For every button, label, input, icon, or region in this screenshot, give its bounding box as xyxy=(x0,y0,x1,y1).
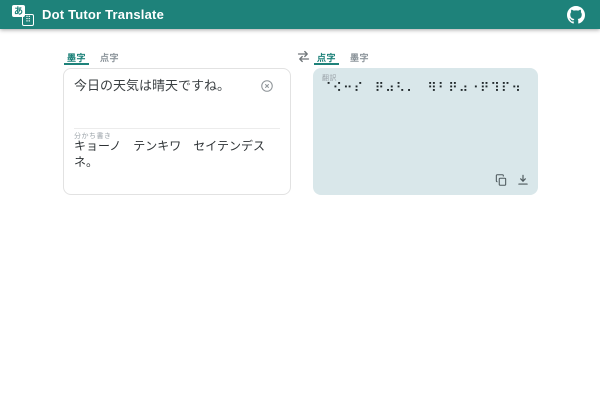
app-logo: ⠿ あ xyxy=(12,4,34,26)
github-icon xyxy=(567,6,585,24)
copy-icon xyxy=(494,173,508,187)
target-tabs: 点字 墨字 xyxy=(314,49,372,65)
braille-output: ⠈⠪⠒⠎⠀⠟⠴⠣⠄⠀⠻⠃⠟⠴⠐⠟⠹⠏⠲ xyxy=(322,81,529,98)
translation-card: 翻訳 ⠈⠪⠒⠎⠀⠟⠴⠣⠄⠀⠻⠃⠟⠴⠐⠟⠹⠏⠲ xyxy=(313,68,538,195)
tab-source-sumiji[interactable]: 墨字 xyxy=(64,49,89,65)
github-link[interactable] xyxy=(564,3,588,27)
swap-arrows-icon xyxy=(296,49,311,64)
tab-target-tenji[interactable]: 点字 xyxy=(314,49,339,65)
source-text-input[interactable]: 今日の天気は晴天ですね。 xyxy=(74,77,256,95)
swap-direction-button[interactable] xyxy=(296,49,311,64)
tab-target-sumiji[interactable]: 墨字 xyxy=(347,49,372,65)
segmented-text: キョーノ テンキワ セイテンデスネ。 xyxy=(74,139,280,170)
source-tabs: 墨字 点字 xyxy=(64,49,122,65)
clear-input-button[interactable] xyxy=(260,79,274,93)
clear-circle-icon xyxy=(260,79,274,93)
app-title: Dot Tutor Translate xyxy=(42,7,164,22)
card-divider xyxy=(74,128,280,129)
app-window: ⠿ あ Dot Tutor Translate 墨字 点字 今日の天気は晴天です… xyxy=(0,0,600,400)
app-header: ⠿ あ Dot Tutor Translate xyxy=(0,0,600,29)
source-card: 今日の天気は晴天ですね。 分かち書き キョーノ テンキワ セイテンデスネ。 xyxy=(63,68,291,195)
copy-button[interactable] xyxy=(493,172,508,187)
kana-icon: あ xyxy=(12,5,25,17)
translation-actions xyxy=(493,172,530,187)
download-icon xyxy=(516,173,530,187)
tab-source-tenji[interactable]: 点字 xyxy=(97,49,122,65)
download-button[interactable] xyxy=(515,172,530,187)
